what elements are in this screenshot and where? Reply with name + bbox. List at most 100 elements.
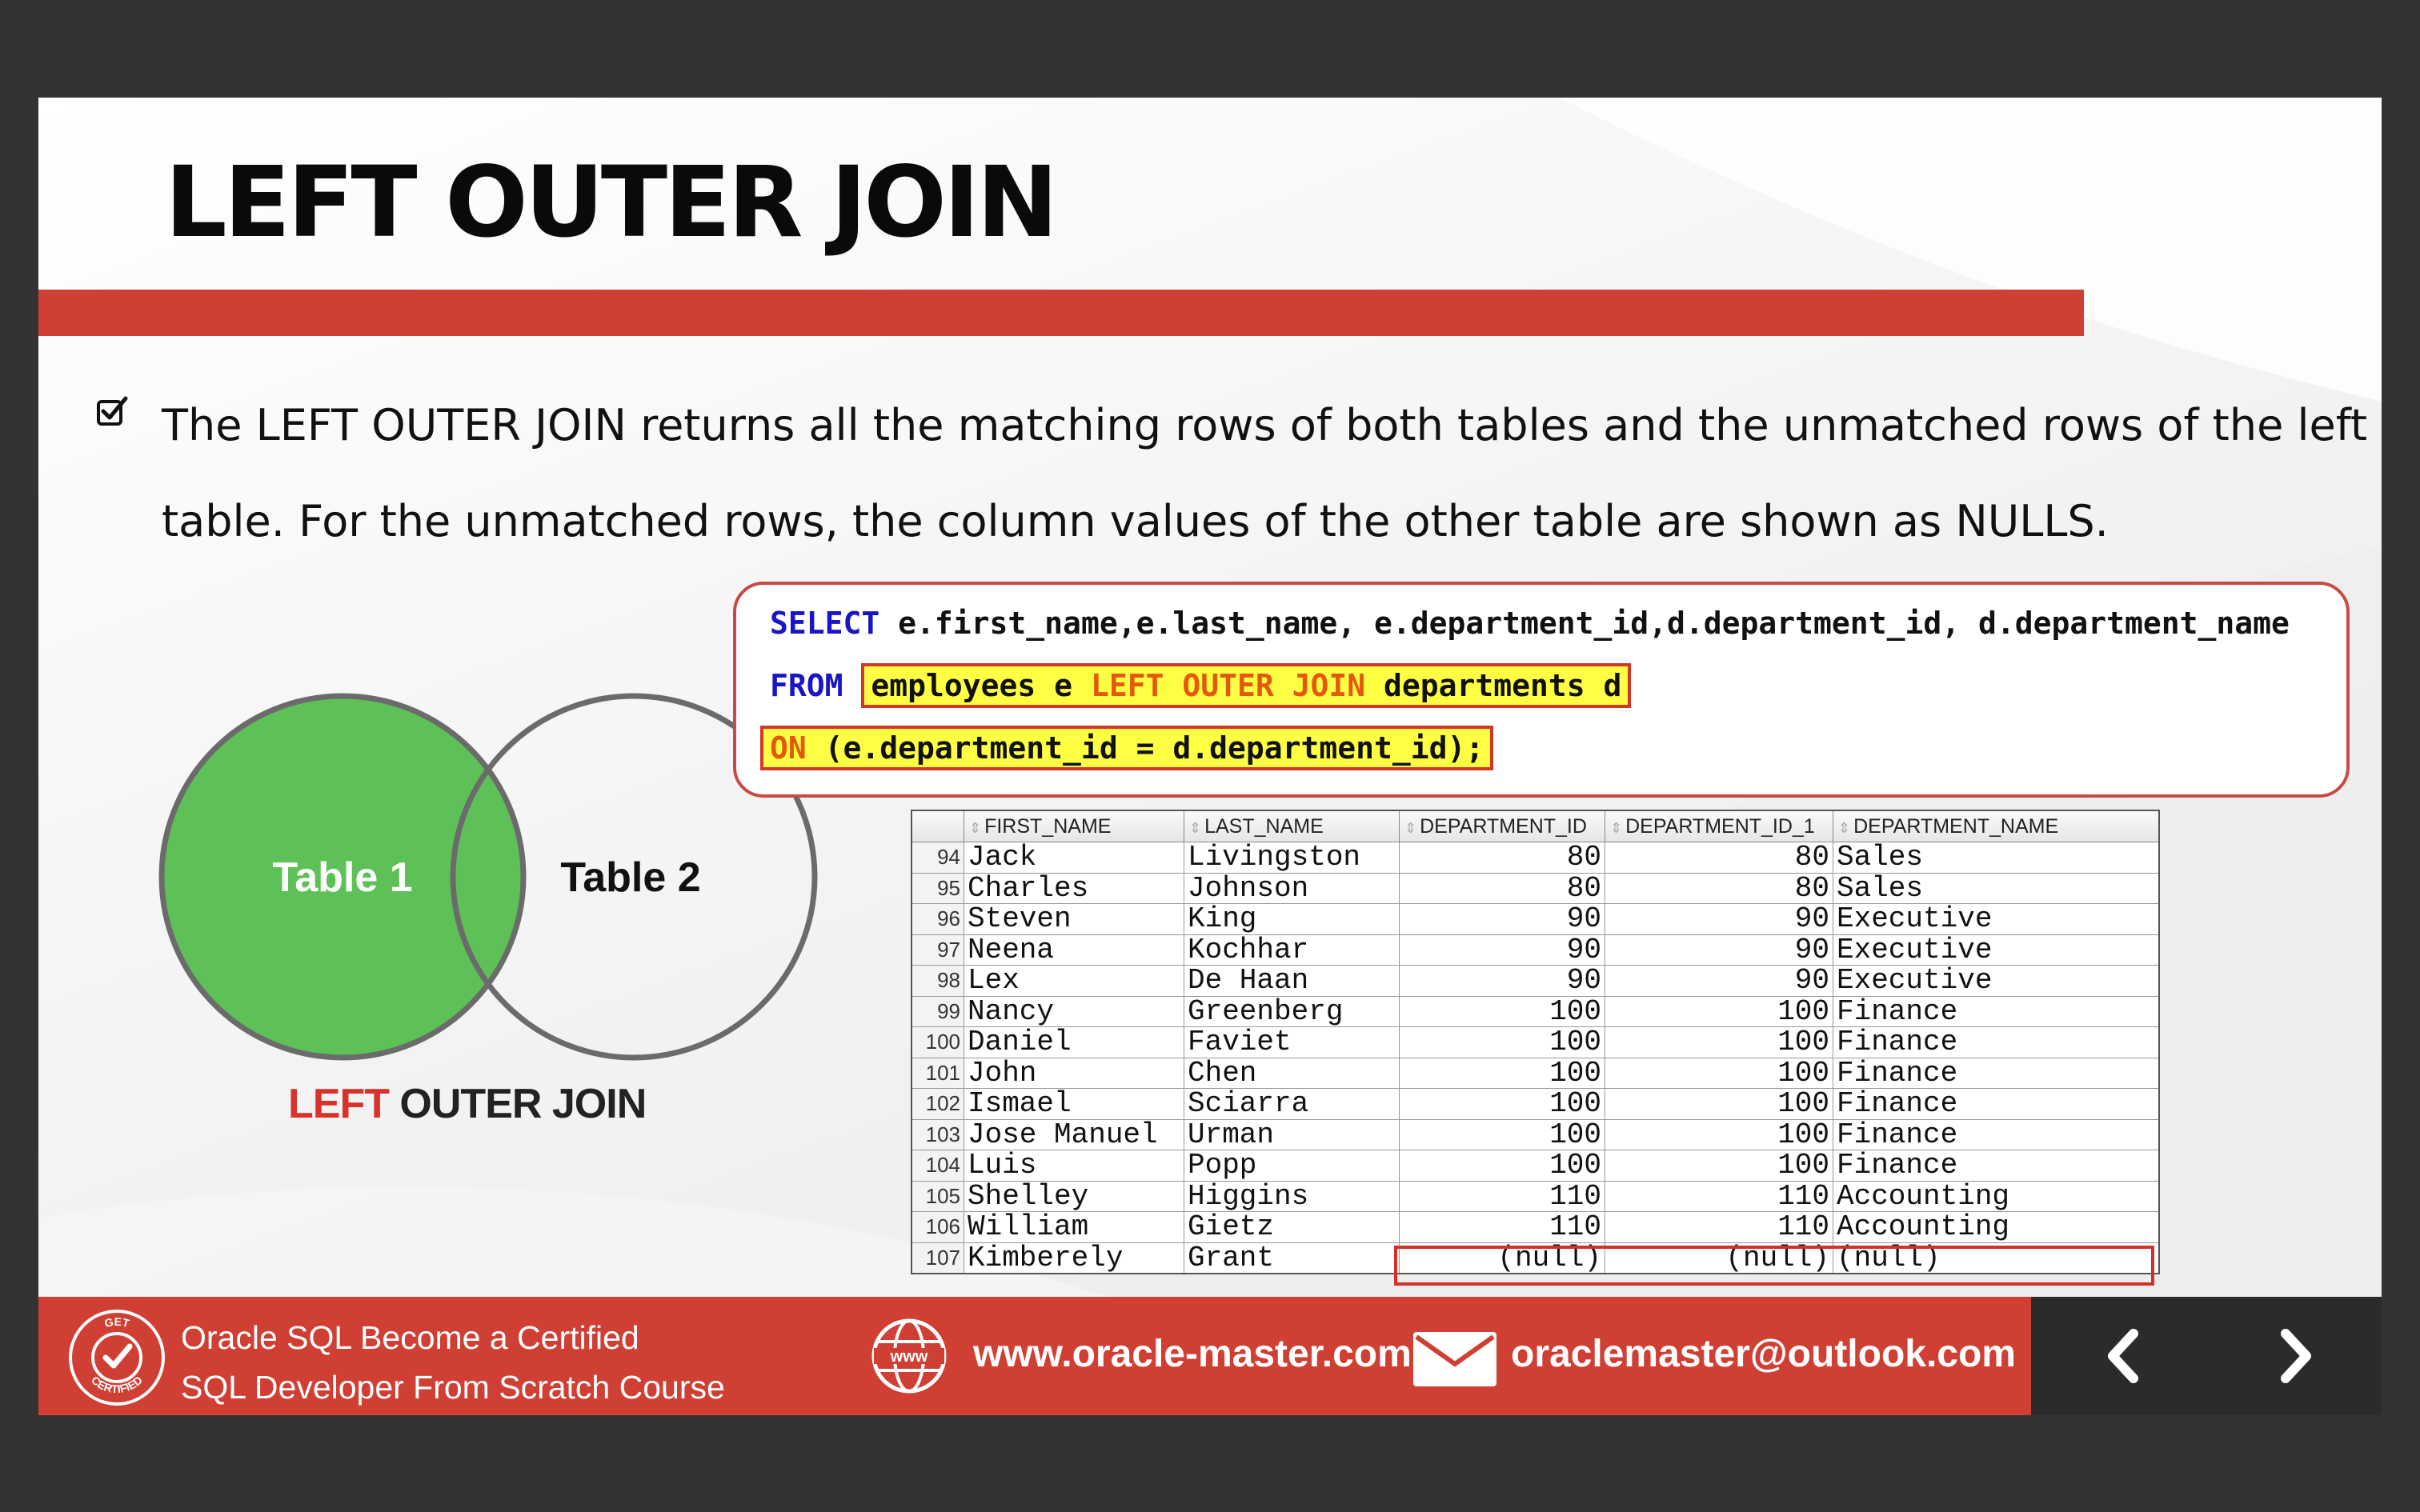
table-row[interactable]: 97 Neena Kochhar 90 90 Executive: [911, 934, 2160, 966]
cell-department-id-1: 100: [1605, 1118, 1833, 1150]
query-results-grid: ⇕ FIRST_NAME ⇕ LAST_NAME ⇕ DEPARTMENT_ID ⇕ D…: [911, 810, 2160, 1274]
cell-department-name: Accounting: [1833, 1180, 2160, 1212]
column-header[interactable]: ⇕ LAST_NAME: [1184, 810, 1400, 842]
cell-first-name: Ismael: [964, 1088, 1184, 1120]
sql-keyword-join: LEFT OUTER JOIN: [1090, 668, 1366, 703]
row-number-header: [911, 810, 964, 842]
table-row[interactable]: 101 John Chen 100 100 Finance: [911, 1057, 2160, 1089]
cell-department-id-1: (null): [1605, 1242, 1833, 1274]
cell-last-name: Faviet: [1184, 1026, 1400, 1058]
course-title-line1: Oracle SQL Become a Certified: [181, 1319, 639, 1356]
envelope-icon: [1413, 1332, 1496, 1386]
table-row[interactable]: 107 Kimberely Grant (null) (null) (null): [911, 1242, 2160, 1274]
cell-department-id: 90: [1399, 965, 1605, 997]
row-number: 103: [911, 1118, 964, 1150]
table-row[interactable]: 96 Steven King 90 90 Executive: [911, 903, 2160, 935]
column-header-label: DEPARTMENT_ID_1: [1625, 814, 1815, 838]
cell-department-name: (null): [1833, 1242, 2160, 1274]
column-header-label: FIRST_NAME: [984, 814, 1112, 838]
cell-last-name: King: [1184, 903, 1400, 935]
sql-select-columns: e.first_name,e.last_name, e.department_i…: [879, 606, 2290, 641]
cell-first-name: Nancy: [964, 995, 1184, 1027]
sql-line-from: FROM employees e LEFT OUTER JOIN departm…: [770, 663, 1632, 708]
svg-text:CERTIFIED: CERTIFIED: [89, 1374, 145, 1395]
column-header-label: DEPARTMENT_ID: [1420, 814, 1587, 838]
cell-department-name: Sales: [1833, 872, 2160, 904]
cell-department-id-1: 100: [1605, 1057, 1833, 1089]
table-row[interactable]: 103 Jose Manuel Urman 100 100 Finance: [911, 1118, 2160, 1150]
website-link[interactable]: www.oracle-master.com: [973, 1332, 1412, 1376]
row-number: 104: [911, 1150, 964, 1182]
row-number: 100: [911, 1026, 964, 1058]
cell-department-name: Finance: [1833, 995, 2160, 1027]
cell-department-id-1: 100: [1605, 995, 1833, 1027]
sql-on-highlight: ON (e.department_id = d.department_id);: [760, 726, 1494, 770]
table-row[interactable]: 106 William Gietz 110 110 Accounting: [911, 1211, 2160, 1243]
cell-department-id: 100: [1399, 1088, 1605, 1120]
cell-department-id: 80: [1399, 842, 1605, 874]
cell-department-id-1: 100: [1605, 1088, 1833, 1120]
email-link[interactable]: oraclemaster@outlook.com: [1511, 1332, 2016, 1376]
cell-department-id: 90: [1399, 903, 1605, 935]
course-title-line2: SQL Developer From Scratch Course: [181, 1369, 725, 1406]
row-number: 106: [911, 1211, 964, 1243]
venn-diagram: Table 1 Table 2: [158, 693, 818, 1061]
venn-table2-label: Table 2: [560, 854, 700, 901]
cell-department-id: 100: [1399, 1026, 1605, 1058]
cell-first-name: Daniel: [964, 1026, 1184, 1058]
cell-first-name: William: [964, 1211, 1184, 1243]
cell-department-name: Executive: [1833, 934, 2160, 966]
table-row[interactable]: 100 Daniel Faviet 100 100 Finance: [911, 1026, 2160, 1058]
checkbox-icon: [97, 396, 128, 426]
table-row[interactable]: 104 Luis Popp 100 100 Finance: [911, 1150, 2160, 1182]
cell-last-name: Higgins: [1184, 1180, 1400, 1212]
column-header[interactable]: ⇕ DEPARTMENT_ID_1: [1605, 810, 1833, 842]
cell-last-name: Johnson: [1184, 872, 1400, 904]
cell-first-name: Charles: [964, 872, 1184, 904]
sql-join-table: departments d: [1365, 668, 1622, 703]
sql-keyword-from: FROM: [770, 668, 843, 703]
row-number: 101: [911, 1057, 964, 1089]
column-header[interactable]: ⇕ FIRST_NAME: [964, 810, 1184, 842]
table-row[interactable]: 98 Lex De Haan 90 90 Executive: [911, 965, 2160, 997]
cell-department-id: 110: [1399, 1180, 1605, 1212]
cell-department-id-1: 100: [1605, 1026, 1833, 1058]
results-header-row: ⇕ FIRST_NAME ⇕ LAST_NAME ⇕ DEPARTMENT_ID ⇕ D…: [911, 810, 2160, 842]
table-row[interactable]: 99 Nancy Greenberg 100 100 Finance: [911, 995, 2160, 1027]
cell-department-id: 80: [1399, 872, 1605, 904]
cell-last-name: Grant: [1184, 1242, 1400, 1274]
svg-text:GET: GET: [103, 1315, 131, 1330]
column-header[interactable]: ⇕ DEPARTMENT_NAME: [1833, 810, 2160, 842]
cell-first-name: Kimberely: [964, 1242, 1184, 1274]
footer-nav-panel: [2031, 1297, 2382, 1415]
sql-line-on: ON (e.department_id = d.department_id);: [760, 726, 1494, 770]
next-slide-button[interactable]: [2263, 1324, 2327, 1388]
table-row[interactable]: 94 Jack Livingston 80 80 Sales: [911, 842, 2160, 874]
sql-line-select: SELECT e.first_name,e.last_name, e.depar…: [770, 602, 2290, 644]
cell-first-name: Lex: [964, 965, 1184, 997]
sort-icon: ⇕: [1838, 819, 1851, 836]
venn-table1-label: Table 1: [272, 854, 412, 901]
cell-first-name: Steven: [964, 903, 1184, 935]
cell-department-name: Executive: [1833, 903, 2160, 935]
cell-department-name: Accounting: [1833, 1211, 2160, 1243]
cell-department-id-1: 80: [1605, 872, 1833, 904]
table-row[interactable]: 102 Ismael Sciarra 100 100 Finance: [911, 1088, 2160, 1120]
column-header[interactable]: ⇕ DEPARTMENT_ID: [1399, 810, 1605, 842]
cell-department-name: Finance: [1833, 1150, 2160, 1182]
cell-department-name: Finance: [1833, 1057, 2160, 1089]
globe-www-icon: www: [871, 1318, 947, 1394]
cell-department-id: 100: [1399, 995, 1605, 1027]
cell-first-name: John: [964, 1057, 1184, 1089]
venn-caption: LEFT OUTER JOIN: [288, 1080, 647, 1128]
table-row[interactable]: 105 Shelley Higgins 110 110 Accounting: [911, 1180, 2160, 1212]
badge-bottom-text: CERTIFIED: [89, 1374, 145, 1395]
cell-department-id-1: 80: [1605, 842, 1833, 874]
table-row[interactable]: 95 Charles Johnson 80 80 Sales: [911, 872, 2160, 904]
cell-department-id: 90: [1399, 934, 1605, 966]
title-underline-bar: [38, 290, 2084, 336]
sort-icon: ⇕: [969, 819, 982, 836]
sort-icon: ⇕: [1610, 819, 1623, 836]
bullet-text: The LEFT OUTER JOIN returns all the matc…: [162, 400, 2367, 546]
previous-slide-button[interactable]: [2092, 1324, 2156, 1388]
